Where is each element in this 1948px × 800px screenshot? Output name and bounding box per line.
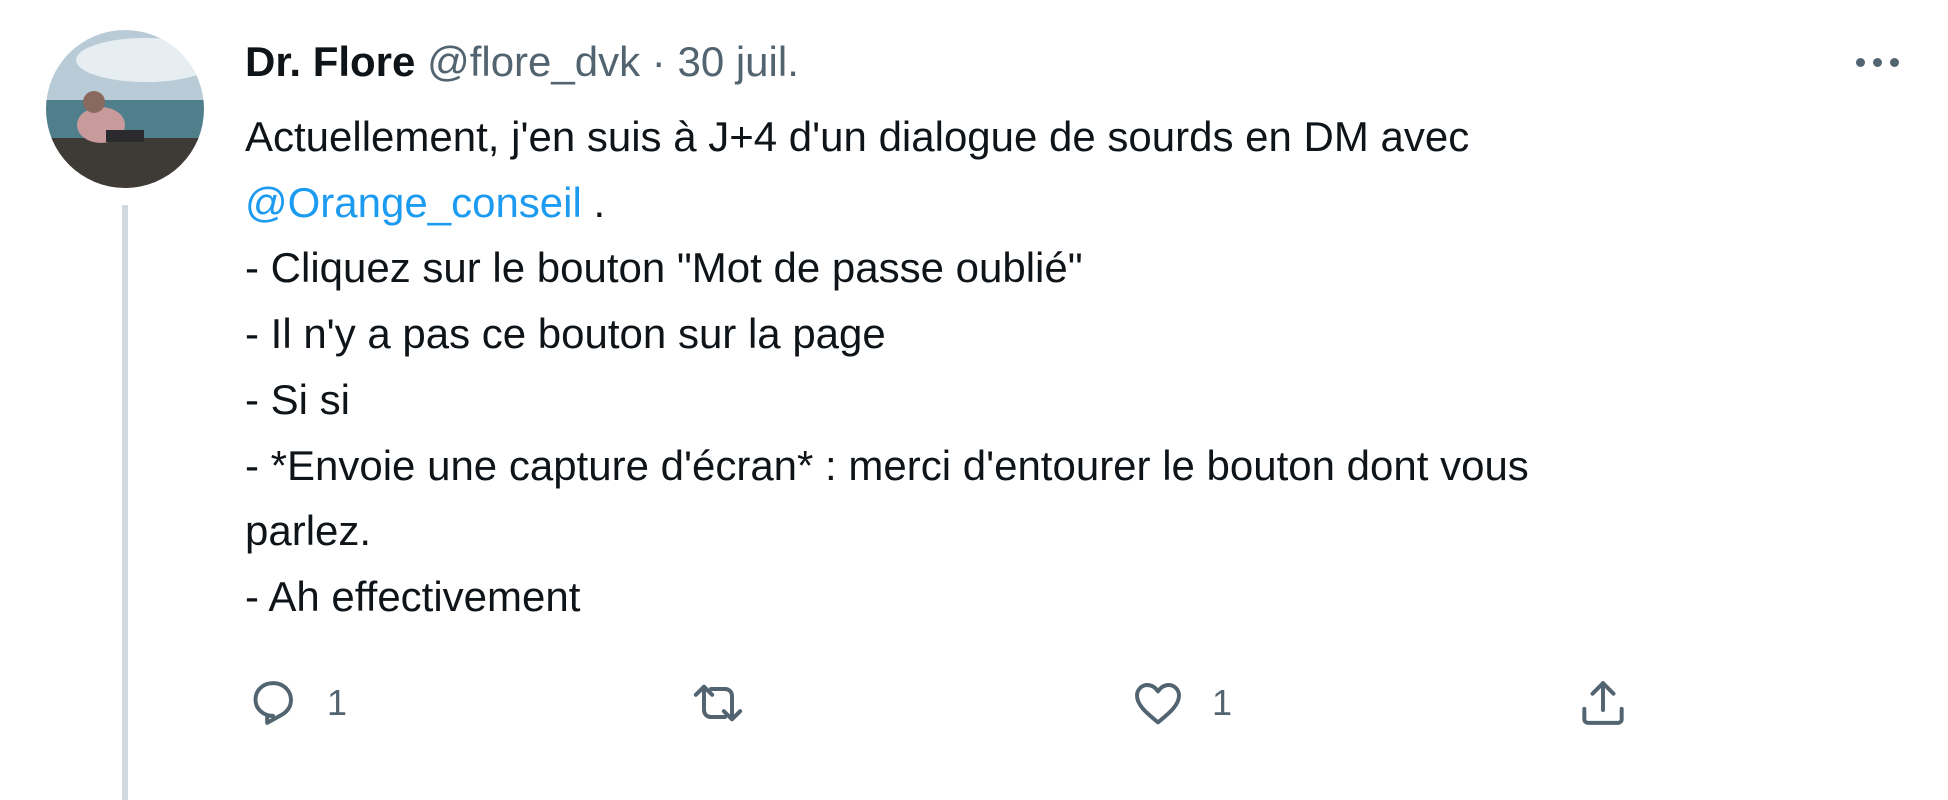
like-count: 1: [1212, 682, 1233, 723]
text-line: parlez.: [245, 507, 372, 555]
tweet-date[interactable]: 30 juil.: [677, 38, 798, 85]
author-name[interactable]: Dr. Flore: [245, 38, 415, 85]
text-line: @Orange_conseil .: [245, 170, 1835, 236]
text-line: - Si si: [245, 375, 350, 423]
avatar[interactable]: [46, 30, 204, 188]
avatar-image: [46, 30, 204, 188]
mention-link[interactable]: @Orange_conseil: [245, 179, 582, 226]
heart-icon: [1135, 683, 1181, 725]
tweet-text: Actuellement, j'en suis à J+4 d'un dialo…: [245, 104, 1835, 630]
more-options-button[interactable]: [1852, 44, 1912, 80]
text-line: - Cliquez sur le bouton "Mot de passe ou…: [245, 244, 1083, 292]
tweet-header: Dr. Flore @flore_dvk · 30 juil.: [245, 34, 799, 90]
retweet-button[interactable]: [690, 668, 772, 738]
reply-icon: [253, 681, 293, 725]
reply-button[interactable]: 1: [245, 668, 347, 738]
text-line: - Ah effectivement: [245, 572, 581, 620]
text-line: - Il n'y a pas ce bouton sur la page: [245, 310, 886, 358]
retweet-icon: [693, 684, 743, 722]
text-line: - *Envoie une capture d'écran* : merci d…: [245, 441, 1529, 489]
share-button[interactable]: [1575, 668, 1631, 738]
thread-line: [122, 205, 128, 800]
text-line: Actuellement, j'en suis à J+4 d'un dialo…: [245, 113, 1470, 160]
share-icon: [1582, 681, 1624, 725]
reply-count: 1: [327, 682, 348, 723]
text-fragment: .: [581, 178, 606, 226]
author-handle[interactable]: @flore_dvk: [427, 38, 640, 85]
meta-separator: ·: [651, 38, 666, 85]
like-button[interactable]: 1: [1130, 668, 1232, 738]
action-bar: 1 1: [245, 668, 1685, 738]
